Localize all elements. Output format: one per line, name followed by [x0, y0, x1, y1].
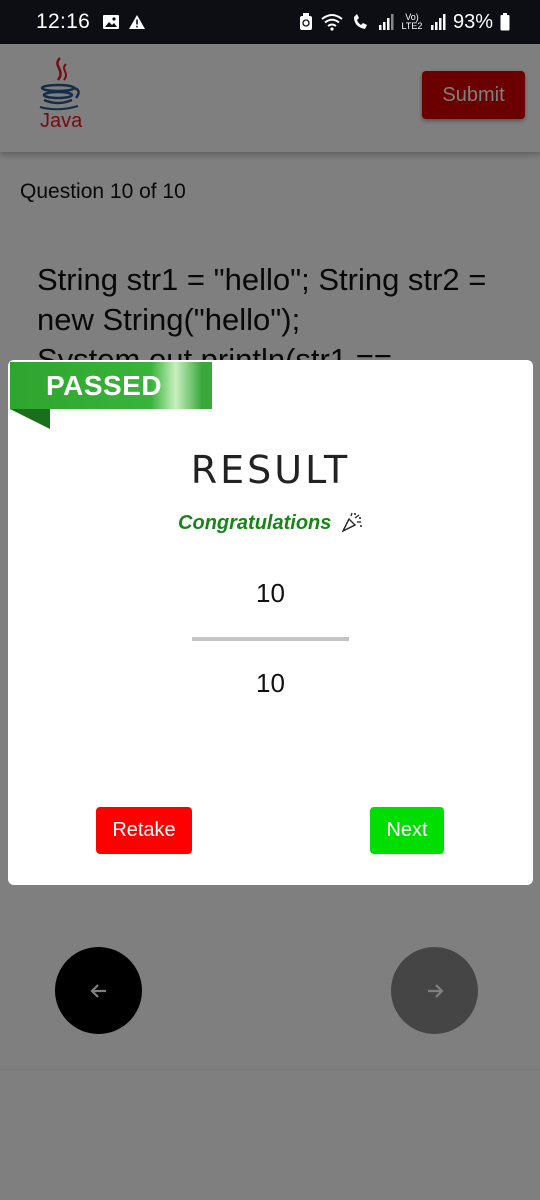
signal-1-icon [378, 14, 394, 30]
congratulations-text: Congratulations [178, 512, 332, 534]
score-obtained: 10 [256, 578, 285, 608]
network-label: Vo) LTE2 [401, 12, 423, 31]
status-left-icons [102, 14, 146, 30]
gallery-icon [103, 15, 120, 29]
ribbon-fold-icon [10, 409, 50, 429]
fraction-divider [192, 637, 349, 641]
signal-2-icon [430, 14, 446, 30]
battery-percent: 93% [452, 10, 493, 33]
score-total: 10 [256, 668, 285, 698]
passed-badge: PASSED [10, 362, 212, 409]
status-time: 12:16 [36, 10, 91, 33]
wifi-icon [321, 14, 343, 31]
battery-icon [500, 13, 510, 31]
result-dialog: PASSED RESULT Congratulations 10 10 Reta… [8, 360, 533, 885]
wifi-call-icon [353, 14, 367, 29]
result-title: RESULT [190, 448, 351, 492]
party-popper-icon [341, 512, 363, 533]
status-bar: 12:16 Vo) LTE2 93% [0, 0, 540, 44]
passed-ribbon: PASSED [10, 362, 212, 429]
data-saver-icon [299, 13, 312, 30]
retake-button[interactable]: Retake [96, 807, 192, 854]
congratulations-message: Congratulations [8, 512, 533, 535]
status-right-icons: Vo) LTE2 93% [299, 11, 510, 34]
next-button[interactable]: Next [370, 807, 444, 854]
warning-icon [129, 15, 146, 29]
